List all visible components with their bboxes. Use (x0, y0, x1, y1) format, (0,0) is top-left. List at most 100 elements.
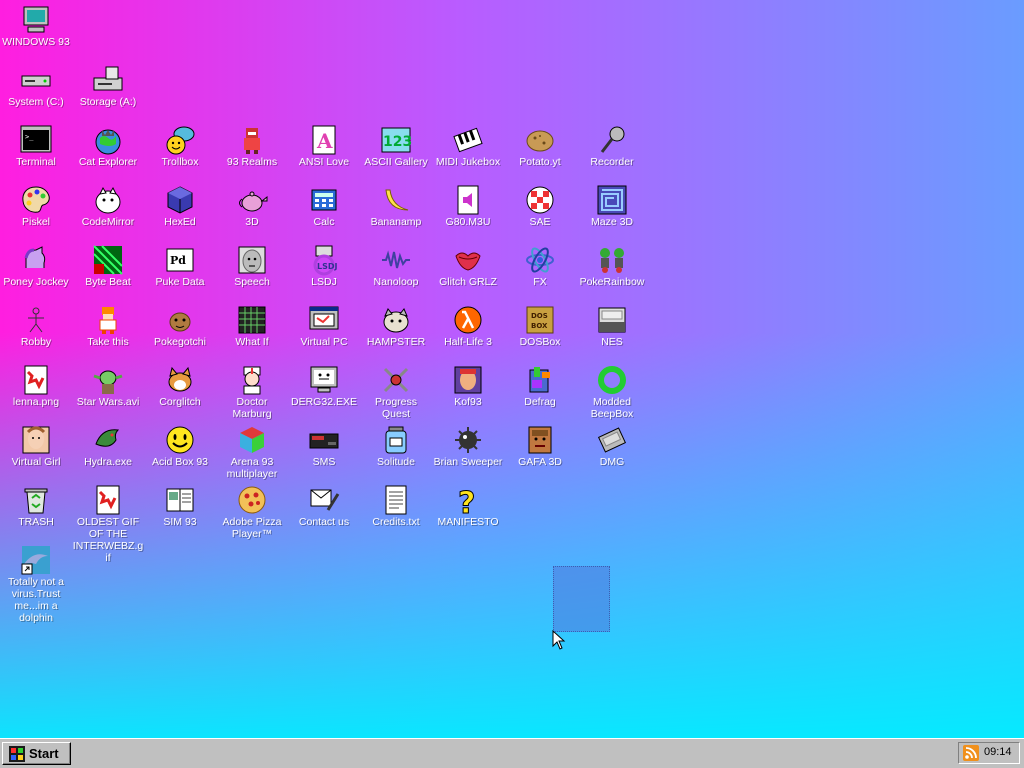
desktop-icon-oldest-gif-of-the-interwebz-gif[interactable]: OLDEST GIF OF THE INTERWEBZ.gif (72, 480, 144, 564)
desktop-icon-half-life-3[interactable]: Half-Life 3 (432, 300, 504, 358)
desktop-icon-label: Arena 93 multiplayer (226, 456, 278, 480)
svg-text:>_: >_ (25, 133, 34, 141)
desktop-icon-label: PokeRainbow (579, 276, 645, 288)
desktop-icon-sms[interactable]: SMS (288, 420, 360, 478)
desktop-icon-kof93[interactable]: Kof93 (432, 360, 504, 418)
desktop-icon-label: Acid Box 93 (151, 456, 209, 468)
desktop-icon-label: 93 Realms (226, 156, 278, 168)
desktop-icon-potato-yt[interactable]: Potato.yt (504, 120, 576, 178)
dragon-icon (92, 424, 124, 456)
desktop-icon-take-this[interactable]: Take this (72, 300, 144, 358)
desktop-icon-dosbox[interactable]: DOS BOX DOSBox (504, 300, 576, 358)
desktop-icon-hampster[interactable]: HAMPSTER (360, 300, 432, 358)
desktop-icon-arena-93-multiplayer[interactable]: Arena 93 multiplayer (216, 420, 288, 480)
desktop-icon-what-if[interactable]: What If (216, 300, 288, 358)
desktop-icon-codemirror[interactable]: CodeMirror (72, 180, 144, 238)
desktop-icon-contact-us[interactable]: Contact us (288, 480, 360, 538)
potato-icon (524, 124, 556, 156)
yoda-icon (92, 364, 124, 396)
desktop-icon-recorder[interactable]: Recorder (576, 120, 648, 178)
desktop-icon-label: Totally not a virus.Trust me...im a dolp… (7, 576, 65, 624)
desktop-icon-trollbox[interactable]: Trollbox (144, 120, 216, 178)
desktop-icon-bananamp[interactable]: Bananamp (360, 180, 432, 238)
desktop-icon-acid-box-93[interactable]: Acid Box 93 (144, 420, 216, 478)
desktop-icon-93-realms[interactable]: 93 Realms (216, 120, 288, 178)
rss-icon[interactable] (963, 745, 979, 761)
dolphin-shortcut-icon (20, 544, 52, 576)
desktop-icon-solitude[interactable]: Solitude (360, 420, 432, 478)
desktop-icon-maze-3d[interactable]: Maze 3D (576, 180, 648, 238)
desktop-icon-credits-txt[interactable]: Credits.txt (360, 480, 432, 538)
desktop-icon-g80-m3u[interactable]: G80.M3U (432, 180, 504, 238)
desktop-icon-lsdj[interactable]: LSDJ LSDJ (288, 240, 360, 298)
desktop[interactable]: WINDOWS 93 System (C:) Storage (A:) >_ Termi… (0, 0, 1024, 738)
desktop-icon-hexed[interactable]: HexEd (144, 180, 216, 238)
desktop-icon-label: Solitude (377, 456, 415, 468)
desktop-icon-dmg[interactable]: DMG (576, 420, 648, 478)
desktop-icon-brian-sweeper[interactable]: Brian Sweeper (432, 420, 504, 478)
desktop-icon-piskel[interactable]: Piskel (0, 180, 72, 238)
desktop-icon-windows-93[interactable]: WINDOWS 93 (0, 0, 72, 58)
desktop-icon-lenna-png[interactable]: lenna.png (0, 360, 72, 418)
system-tray: 09:14 (958, 742, 1020, 764)
audio-file-icon (452, 184, 484, 216)
desktop-icon-progress-quest[interactable]: Progress Quest (360, 360, 432, 420)
desktop-icon-label: Glitch GRLZ (439, 276, 497, 288)
desktop-icon-midi-jukebox[interactable]: MIDI Jukebox (432, 120, 504, 178)
desktop-icon-label: Brian Sweeper (433, 456, 503, 468)
stick-figure-icon (20, 304, 52, 336)
text-file-icon (380, 484, 412, 516)
desktop-icon-nanoloop[interactable]: Nanoloop (360, 240, 432, 298)
desktop-icon-label: Half-Life 3 (444, 336, 492, 348)
desktop-icon-glitch-grlz[interactable]: Glitch GRLZ (432, 240, 504, 298)
image-file-icon (20, 364, 52, 396)
desktop-icon-derg32-exe[interactable]: DERG32.EXE (288, 360, 360, 418)
desktop-icon-puke-data[interactable]: Pd Puke Data (144, 240, 216, 298)
desktop-icon-defrag[interactable]: Defrag (504, 360, 576, 418)
desktop-icon-pokegotchi[interactable]: Pokegotchi (144, 300, 216, 358)
desktop-icon-pokerainbow[interactable]: PokeRainbow (576, 240, 648, 298)
desktop-icon-trash[interactable]: TRASH (0, 480, 72, 538)
desktop-icon-byte-beat[interactable]: Byte Beat (72, 240, 144, 298)
banana-icon (380, 184, 412, 216)
desktop-icon-fx[interactable]: FX (504, 240, 576, 298)
desktop-icon-poney-jockey[interactable]: Poney Jockey (0, 240, 72, 298)
desktop-icon-3d[interactable]: 3D (216, 180, 288, 238)
desktop-icon-robby[interactable]: Robby (0, 300, 72, 358)
desktop-icon-adobe-pizza-player[interactable]: Adobe Pizza Player™ (216, 480, 288, 540)
desktop-icon-virtual-pc[interactable]: Virtual PC (288, 300, 360, 358)
svg-text:LSDJ: LSDJ (317, 262, 338, 271)
desktop-icon-calc[interactable]: Calc (288, 180, 360, 238)
desktop-icon-label: HexEd (164, 216, 196, 228)
desktop-icon-label: OLDEST GIF OF THE INTERWEBZ.gif (72, 516, 144, 564)
desktop-icon-ascii-gallery[interactable]: 123 ASCII Gallery (360, 120, 432, 178)
desktop-icon-sae[interactable]: SAE (504, 180, 576, 238)
desktop-icon-modded-beepbox[interactable]: Modded BeepBox (576, 360, 648, 420)
desktop-icon-manifesto[interactable]: ? MANIFESTO (432, 480, 504, 538)
cat-mirror-icon (92, 184, 124, 216)
chat-smiley-icon (164, 124, 196, 156)
desktop-icon-nes[interactable]: NES (576, 300, 648, 358)
maze-icon (596, 184, 628, 216)
desktop-icon-corglitch[interactable]: Corglitch (144, 360, 216, 418)
desktop-icon-label: FX (533, 276, 547, 288)
desktop-icon-cat-explorer[interactable]: Cat Explorer (72, 120, 144, 178)
desktop-icon-sim-93[interactable]: SIM 93 (144, 480, 216, 538)
desktop-icon-label: Puke Data (155, 276, 205, 288)
desktop-icon-storage-a[interactable]: Storage (A:) (72, 60, 144, 118)
desktop-icon-doctor-marburg[interactable]: Doctor Marburg (216, 360, 288, 420)
desktop-icon-gafa-3d[interactable]: GAFA 3D (504, 420, 576, 478)
desktop-icon-totally-not-a-virus-trust-me-im-a-dolphin[interactable]: Totally not a virus.Trust me...im a dolp… (0, 540, 72, 624)
desktop-icon-terminal[interactable]: >_ Terminal (0, 120, 72, 178)
desktop-icon-speech[interactable]: Speech (216, 240, 288, 298)
desktop-icon-hydra-exe[interactable]: Hydra.exe (72, 420, 144, 478)
desktop-icon-virtual-girl[interactable]: Virtual Girl (0, 420, 72, 478)
desktop-icon-ansi-love[interactable]: A ANSI Love (288, 120, 360, 178)
desktop-icon-label: TRASH (18, 516, 54, 528)
desktop-icon-star-wars-avi[interactable]: Star Wars.avi (72, 360, 144, 418)
desktop-icon-label: Star Wars.avi (76, 396, 140, 408)
start-button[interactable]: Start (2, 742, 71, 765)
desktop-icon-label: ASCII Gallery (364, 156, 428, 168)
terminal-icon: >_ (20, 124, 52, 156)
desktop-icon-system-c[interactable]: System (C:) (0, 60, 72, 118)
